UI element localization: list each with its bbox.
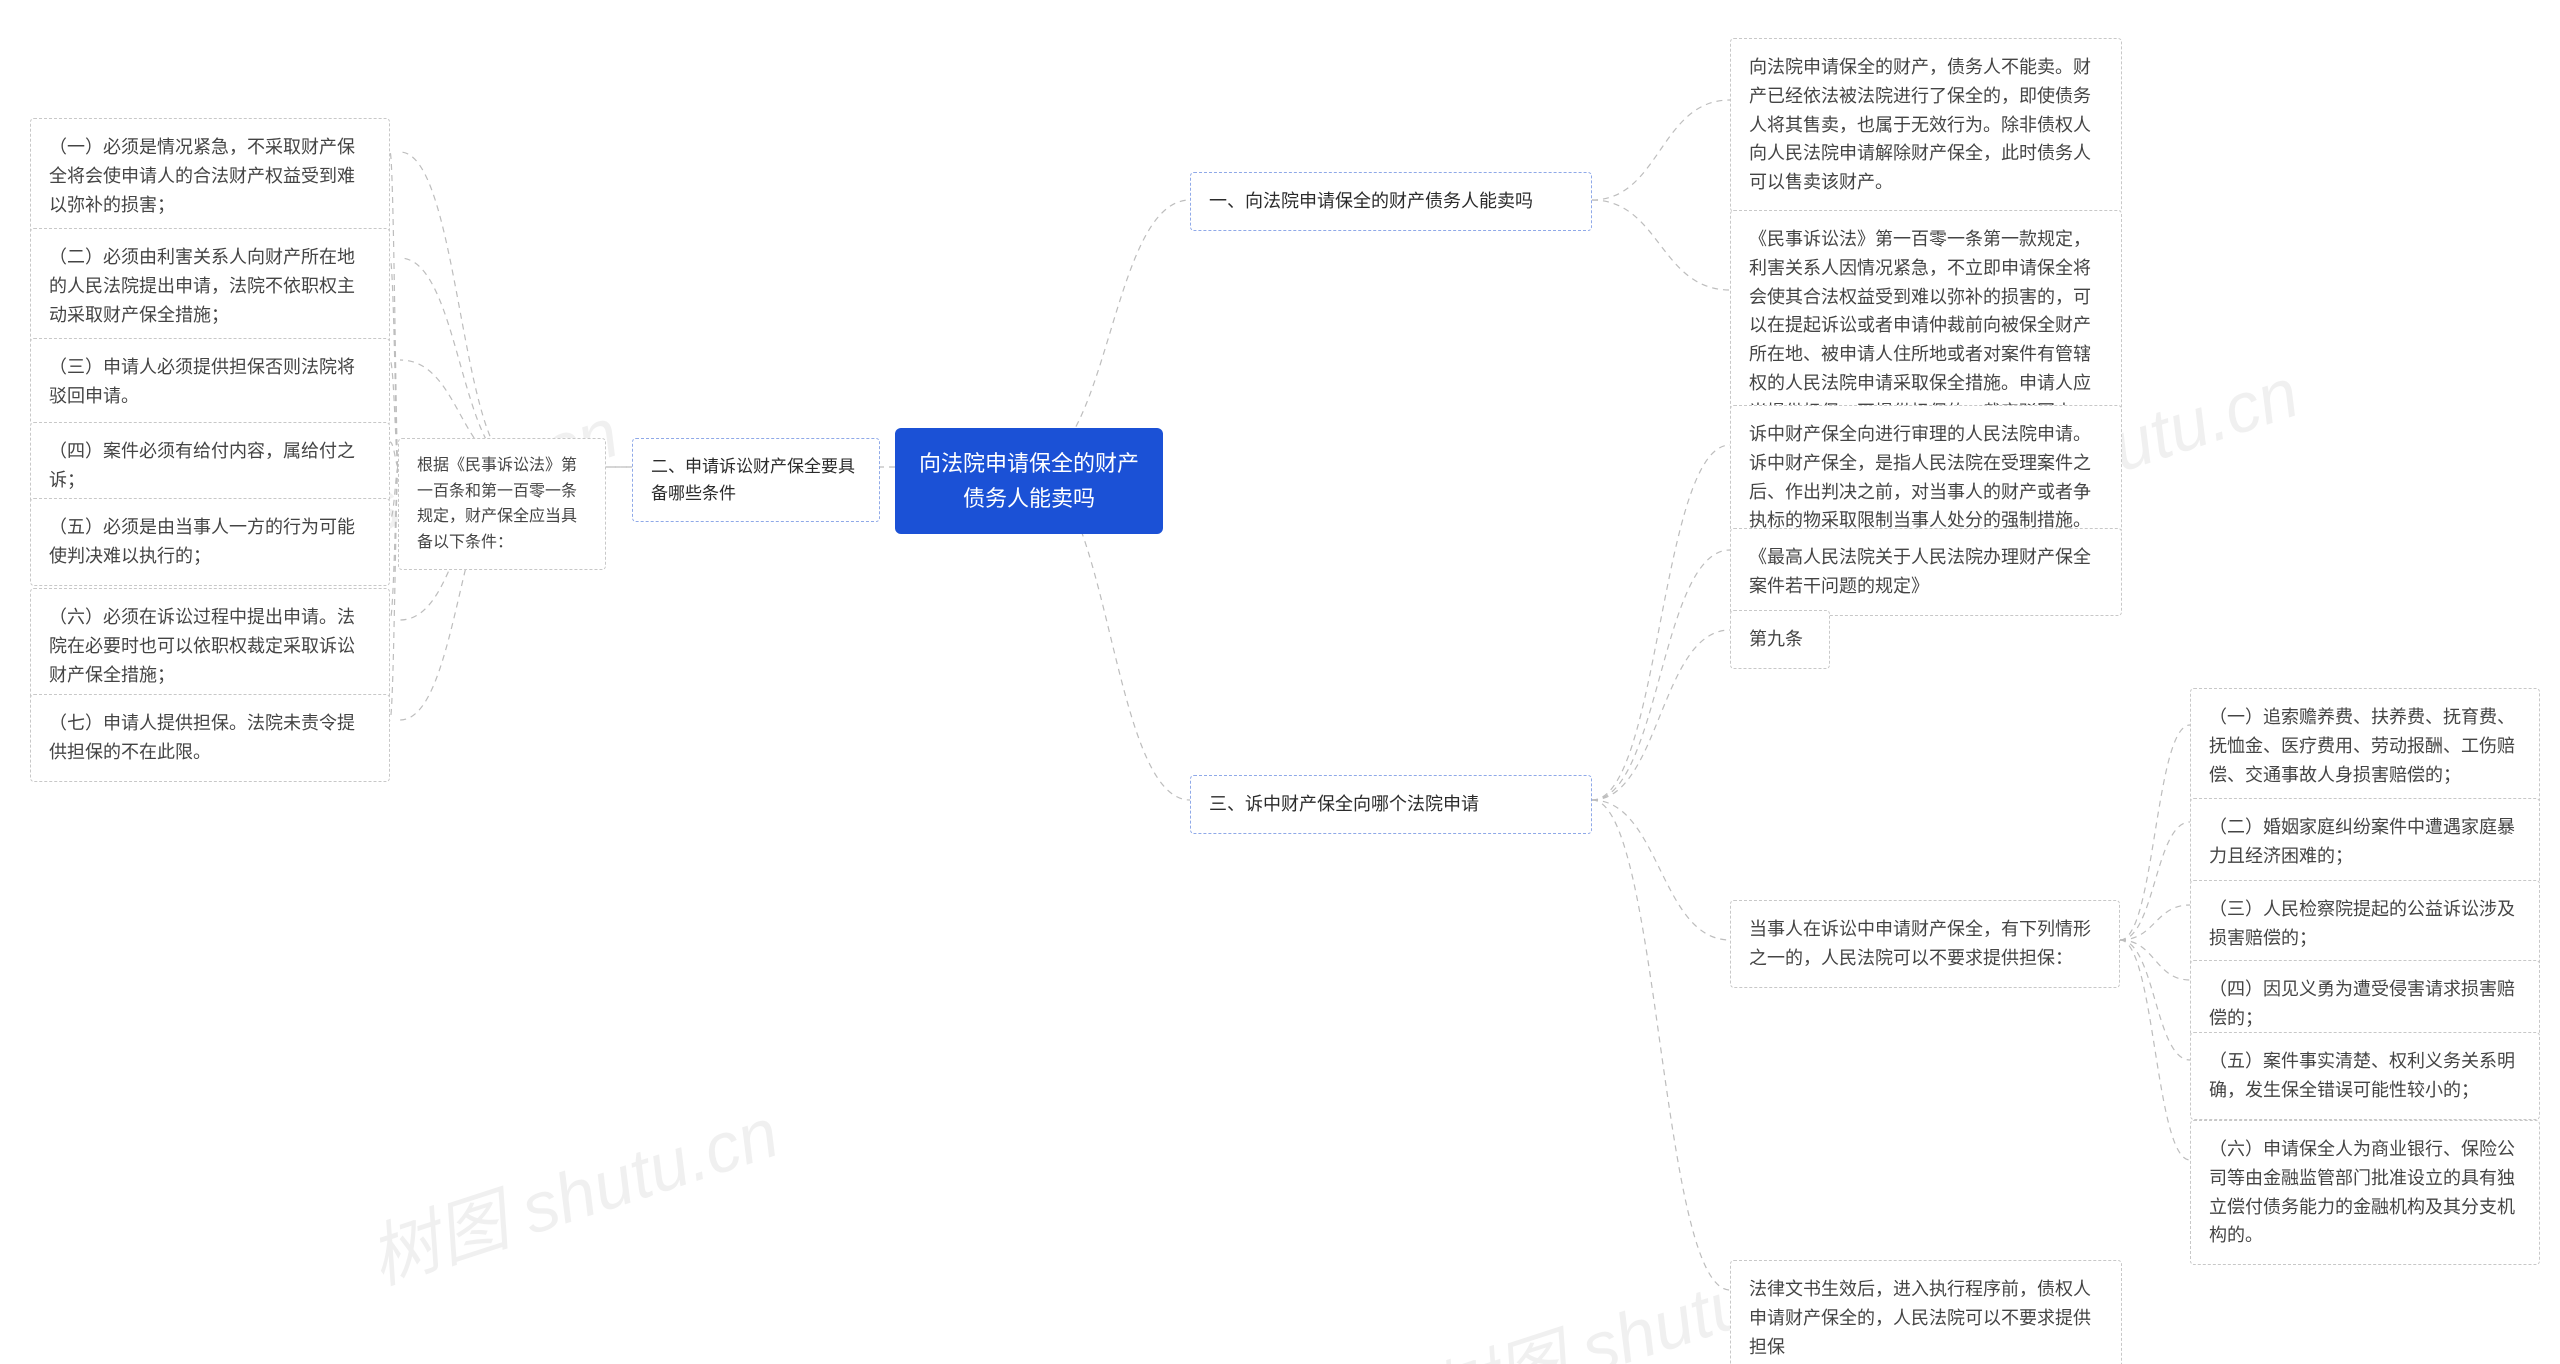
branch-2-mid[interactable]: 根据《民事诉讼法》第一百条和第一百零一条规定，财产保全应当具备以下条件： xyxy=(398,438,606,570)
branch-2-child-2[interactable]: （二）必须由利害关系人向财产所在地的人民法院提出申请，法院不依职权主动采取财产保… xyxy=(30,228,390,344)
branch-2-child-6[interactable]: （六）必须在诉讼过程中提出申请。法院在必要时也可以依职权裁定采取诉讼财产保全措施… xyxy=(30,588,390,704)
branch-2-child-5[interactable]: （五）必须是由当事人一方的行为可能使判决难以执行的； xyxy=(30,498,390,586)
branch-3-child-4-sub-2[interactable]: （二）婚姻家庭纠纷案件中遭遇家庭暴力且经济困难的； xyxy=(2190,798,2540,886)
branch-3-child-4-sub-6[interactable]: （六）申请保全人为商业银行、保险公司等由金融监管部门批准设立的具有独立偿付债务能… xyxy=(2190,1120,2540,1265)
branch-2[interactable]: 二、申请诉讼财产保全要具备哪些条件 xyxy=(632,438,880,522)
branch-2-child-3[interactable]: （三）申请人必须提供担保否则法院将驳回申请。 xyxy=(30,338,390,426)
branch-2-child-4[interactable]: （四）案件必须有给付内容，属给付之诉； xyxy=(30,422,390,510)
branch-3-child-4-sub-1[interactable]: （一）追索赡养费、扶养费、抚育费、抚恤金、医疗费用、劳动报酬、工伤赔偿、交通事故… xyxy=(2190,688,2540,804)
branch-3-child-3[interactable]: 第九条 xyxy=(1730,610,1830,669)
branch-3-child-4-sub-5[interactable]: （五）案件事实清楚、权利义务关系明确，发生保全错误可能性较小的； xyxy=(2190,1032,2540,1120)
branch-2-child-7[interactable]: （七）申请人提供担保。法院未责令提供担保的不在此限。 xyxy=(30,694,390,782)
watermark: 树图 shutu.cn xyxy=(355,1077,790,1304)
root-node[interactable]: 向法院申请保全的财产债务人能卖吗 xyxy=(895,428,1163,534)
branch-1[interactable]: 一、向法院申请保全的财产债务人能卖吗 xyxy=(1190,172,1592,231)
branch-2-child-1[interactable]: （一）必须是情况紧急，不采取财产保全将会使申请人的合法财产权益受到难以弥补的损害… xyxy=(30,118,390,234)
branch-3-child-4[interactable]: 当事人在诉讼中申请财产保全，有下列情形之一的，人民法院可以不要求提供担保： xyxy=(1730,900,2120,988)
branch-3-child-2[interactable]: 《最高人民法院关于人民法院办理财产保全案件若干问题的规定》 xyxy=(1730,528,2122,616)
branch-1-child-1[interactable]: 向法院申请保全的财产，债务人不能卖。财产已经依法被法院进行了保全的，即使债务人将… xyxy=(1730,38,2122,212)
branch-3-child-5[interactable]: 法律文书生效后，进入执行程序前，债权人申请财产保全的，人民法院可以不要求提供担保 xyxy=(1730,1260,2122,1364)
branch-3[interactable]: 三、诉中财产保全向哪个法院申请 xyxy=(1190,775,1592,834)
branch-3-child-4-sub-3[interactable]: （三）人民检察院提起的公益诉讼涉及损害赔偿的； xyxy=(2190,880,2540,968)
